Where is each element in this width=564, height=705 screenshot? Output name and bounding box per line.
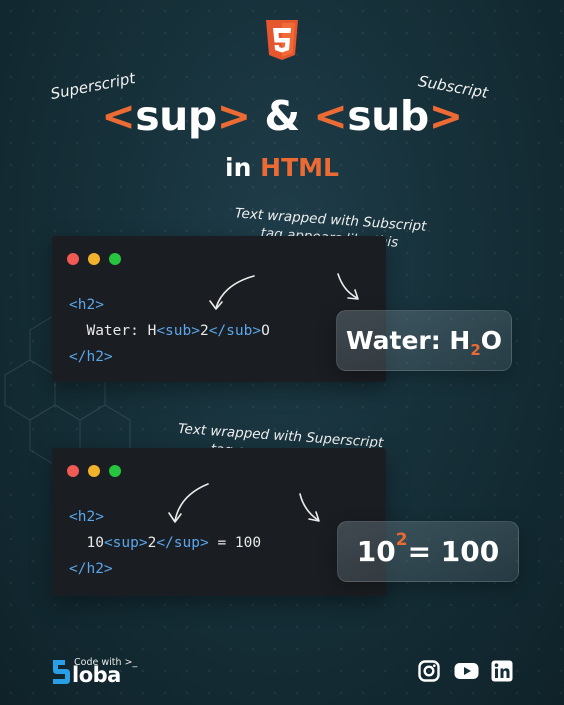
page-title: <sup> & <sub> [0, 92, 564, 140]
result-text: 10 [356, 535, 396, 568]
subscript-code: <h2> Water: H<sub>2</sub>O </h2> [69, 292, 270, 370]
result-text: Water: H [345, 326, 471, 355]
code-line: <h2> [69, 504, 261, 530]
subtitle-accent: HTML [260, 153, 339, 182]
title-sub-word: sub [347, 92, 429, 140]
linkedin-icon[interactable] [491, 660, 513, 682]
page-subtitle: in HTML [0, 153, 564, 182]
title-bracket-open-2: < [313, 92, 348, 140]
brand-logo[interactable]: Code with >_ loba [50, 654, 140, 688]
brand-name: loba [72, 663, 121, 687]
globa-logo-icon [53, 660, 70, 684]
code-tag: </sub> [208, 323, 262, 339]
code-tag: </sup> [156, 535, 209, 551]
code-tag: <sub> [156, 323, 200, 339]
window-controls [67, 253, 121, 265]
result-superscript-digit: 2 [395, 529, 408, 550]
html5-logo-icon [266, 20, 298, 60]
code-tag: <h2> [69, 297, 104, 313]
superscript-result-card: 10 2 = 100 [337, 521, 519, 582]
minimize-dot-icon [88, 253, 100, 265]
code-line: </h2> [69, 556, 261, 582]
superscript-code: <h2> 10<sup>2</sup> = 100 </h2> [69, 504, 261, 582]
minimize-dot-icon [88, 465, 100, 477]
superscript-code-window: <h2> 10<sup>2</sup> = 100 </h2> [52, 448, 386, 596]
code-text: Water: H [86, 323, 157, 339]
subtitle-prefix: in [225, 153, 252, 182]
subscript-result-card: Water: H2O [336, 310, 512, 371]
code-tag: <h2> [69, 509, 104, 525]
maximize-dot-icon [109, 253, 121, 265]
code-text: 10 [86, 535, 104, 551]
code-tag: </h2> [69, 561, 113, 577]
title-ampersand: & [264, 92, 300, 140]
close-dot-icon [67, 465, 79, 477]
window-controls [67, 465, 121, 477]
result-subscript-digit: 2 [470, 340, 481, 359]
code-text: 2 [199, 323, 209, 339]
title-bracket-close: > [216, 92, 251, 140]
result-text: O [480, 326, 503, 355]
code-tag: <sup> [103, 535, 148, 551]
code-text: O [261, 323, 270, 339]
youtube-icon[interactable] [454, 660, 479, 682]
code-line: 10<sup>2</sup> = 100 [69, 530, 261, 556]
code-text: = 100 [208, 535, 262, 551]
close-dot-icon [67, 253, 79, 265]
result-text: = 100 [407, 535, 500, 568]
title-sup-word: sup [135, 92, 217, 140]
title-bracket-open: < [101, 92, 136, 140]
code-line: <h2> [69, 292, 270, 318]
code-line: Water: H<sub>2</sub>O [69, 318, 270, 344]
maximize-dot-icon [109, 465, 121, 477]
instagram-icon[interactable] [418, 660, 440, 682]
code-tag: </h2> [69, 349, 113, 365]
code-line: </h2> [69, 344, 270, 370]
title-bracket-close-2: > [428, 92, 463, 140]
